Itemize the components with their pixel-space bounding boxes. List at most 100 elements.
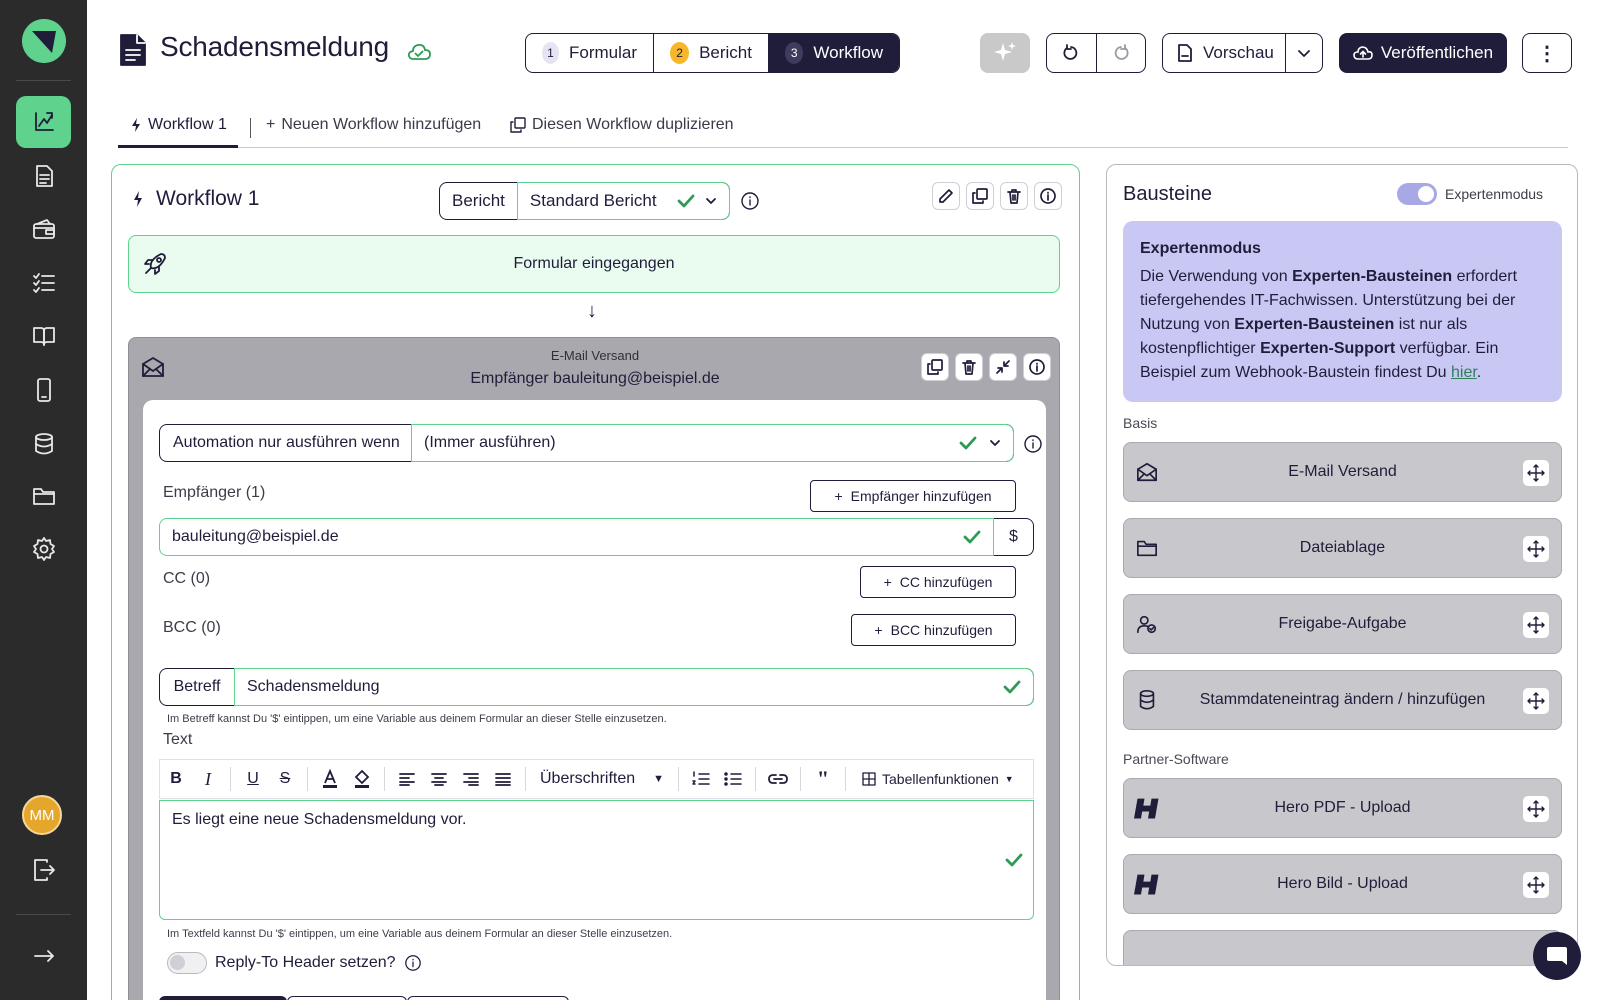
sidebar-item-docs[interactable] <box>16 310 71 362</box>
bold-button[interactable]: B <box>160 759 192 799</box>
drag-handle[interactable] <box>1523 688 1549 714</box>
sidebar-item-tasks[interactable] <box>16 257 71 309</box>
sidebar-item-masterdata[interactable] <box>16 418 71 470</box>
subject-field[interactable]: Betreff Schadensmeldung <box>159 668 1034 706</box>
step-formular[interactable]: 1 Formular <box>526 34 654 72</box>
baustein-approval-task[interactable]: Freigabe-Aufgabe <box>1123 594 1562 654</box>
attachment-tab[interactable] <box>407 996 569 1000</box>
expert-mode-toggle[interactable] <box>1397 183 1437 205</box>
align-right-button[interactable] <box>455 759 487 799</box>
step-info-button[interactable] <box>1023 353 1051 381</box>
add-recipient-button[interactable]: + Empfänger hinzufügen <box>810 480 1016 512</box>
workflow-info-button[interactable] <box>1034 182 1062 210</box>
baustein-email[interactable]: E-Mail Versand <box>1123 442 1562 502</box>
database-icon <box>1139 690 1155 710</box>
add-bcc-button[interactable]: + BCC hinzufügen <box>851 614 1016 646</box>
preview-dropdown[interactable] <box>1286 34 1322 72</box>
baustein-masterdata[interactable]: Stammdateneintrag ändern / hinzufügen <box>1123 670 1562 730</box>
baustein-file-storage[interactable]: Dateiablage <box>1123 518 1562 578</box>
headings-label: Überschriften <box>540 770 636 787</box>
sidebar-item-app[interactable] <box>16 364 71 416</box>
undo-button[interactable] <box>1047 34 1097 72</box>
sidebar-item-logout[interactable] <box>16 844 71 896</box>
step-bericht[interactable]: 2 Bericht <box>654 34 769 72</box>
headings-dropdown[interactable]: Überschriften ▼ <box>532 759 672 799</box>
align-left-button[interactable] <box>391 759 423 799</box>
baustein-partial[interactable] <box>1123 930 1562 965</box>
ai-assistant-button[interactable] <box>980 33 1030 73</box>
attachment-tab[interactable] <box>159 996 287 1000</box>
automation-value[interactable]: (Immer ausführen) <box>411 424 1014 462</box>
basis-section-label: Basis <box>1123 415 1158 431</box>
reply-to-toggle[interactable] <box>167 952 207 974</box>
baustein-label: Dateiablage <box>1299 539 1386 556</box>
drag-handle[interactable] <box>1523 796 1549 822</box>
app-logo[interactable] <box>22 19 66 63</box>
more-menu-button[interactable]: ⋮ <box>1522 33 1572 73</box>
drag-handle[interactable] <box>1523 612 1549 638</box>
support-chat-button[interactable] <box>1533 932 1581 980</box>
align-center-button[interactable] <box>423 759 455 799</box>
redo-icon <box>1114 44 1129 60</box>
subject-input[interactable]: Schadensmeldung <box>234 668 1034 706</box>
link-button[interactable] <box>762 759 794 799</box>
duplicate-workflow-button[interactable] <box>966 182 994 210</box>
recipient-field[interactable]: bauleitung@beispiel.de $ <box>159 518 1034 556</box>
trigger-block[interactable]: Formular eingegangen <box>128 235 1060 293</box>
sidebar-item-workflow[interactable] <box>16 96 71 148</box>
workflow-tabs: Workflow 1 + Neuen Workflow hinzufügen D… <box>118 110 1568 148</box>
info-icon[interactable] <box>740 191 760 211</box>
automation-value-text: (Immer ausführen) <box>424 434 556 451</box>
expert-notice-text: Die Verwendung von Experten-Bausteinen e… <box>1140 265 1545 385</box>
edit-workflow-button[interactable] <box>932 182 960 210</box>
report-select[interactable]: Bericht Standard Bericht <box>439 182 730 220</box>
attachment-tab[interactable] <box>287 996 407 1000</box>
step-workflow[interactable]: 3 Workflow <box>769 34 899 72</box>
avatar[interactable]: MM <box>22 795 62 835</box>
webhook-example-link[interactable]: hier <box>1451 364 1477 381</box>
duplicate-step-button[interactable] <box>921 353 949 381</box>
preview-button[interactable]: Vorschau <box>1163 34 1286 72</box>
tab-add-workflow[interactable]: + Neuen Workflow hinzufügen <box>266 116 481 134</box>
sidebar-item-forms[interactable] <box>16 150 71 202</box>
caret-down-icon: ▼ <box>1004 774 1014 784</box>
tab-duplicate-workflow[interactable]: Diesen Workflow duplizieren <box>510 116 734 134</box>
copy-icon <box>972 188 988 204</box>
automation-condition-select[interactable]: Automation nur ausführen wenn (Immer aus… <box>159 424 1014 462</box>
info-icon[interactable] <box>1023 434 1043 454</box>
checklist-icon <box>32 273 55 293</box>
quote-button[interactable]: " <box>807 759 839 799</box>
step-label: Workflow <box>813 43 883 62</box>
sidebar-item-reports[interactable] <box>16 204 71 256</box>
strikethrough-button[interactable]: S <box>269 759 301 799</box>
drag-handle[interactable] <box>1523 460 1549 486</box>
align-center-icon <box>431 773 447 786</box>
highlight-button[interactable] <box>346 759 378 799</box>
delete-workflow-button[interactable] <box>1000 182 1028 210</box>
tab-workflow-1[interactable]: Workflow 1 <box>130 116 227 134</box>
add-cc-button[interactable]: + CC hinzufügen <box>860 566 1016 598</box>
ordered-list-button[interactable] <box>685 759 717 799</box>
drag-handle[interactable] <box>1523 872 1549 898</box>
sidebar-expand-button[interactable] <box>16 930 71 982</box>
baustein-hero-image[interactable]: Hero Bild - Upload <box>1123 854 1562 914</box>
report-select-value[interactable]: Standard Bericht <box>516 182 730 220</box>
baustein-hero-pdf[interactable]: Hero PDF - Upload <box>1123 778 1562 838</box>
collapse-step-button[interactable] <box>989 353 1017 381</box>
delete-step-button[interactable] <box>955 353 983 381</box>
table-functions-dropdown[interactable]: Tabellenfunktionen ▼ <box>852 759 1024 799</box>
email-body-editor[interactable]: Es liegt eine neue Schadensmeldung vor. <box>159 800 1034 920</box>
redo-button[interactable] <box>1097 34 1146 72</box>
underline-button[interactable]: U <box>237 759 269 799</box>
align-justify-button[interactable] <box>487 759 519 799</box>
info-icon[interactable] <box>404 954 422 972</box>
publish-button[interactable]: Veröffentlichen <box>1339 33 1507 73</box>
sidebar-item-settings[interactable] <box>16 523 71 575</box>
sidebar-item-files[interactable] <box>16 470 71 522</box>
bullet-list-button[interactable] <box>717 759 749 799</box>
italic-button[interactable]: I <box>192 759 224 799</box>
drag-handle[interactable] <box>1523 536 1549 562</box>
recipient-input[interactable]: bauleitung@beispiel.de <box>159 518 994 556</box>
font-color-button[interactable] <box>314 759 346 799</box>
insert-variable-button[interactable]: $ <box>994 518 1034 556</box>
